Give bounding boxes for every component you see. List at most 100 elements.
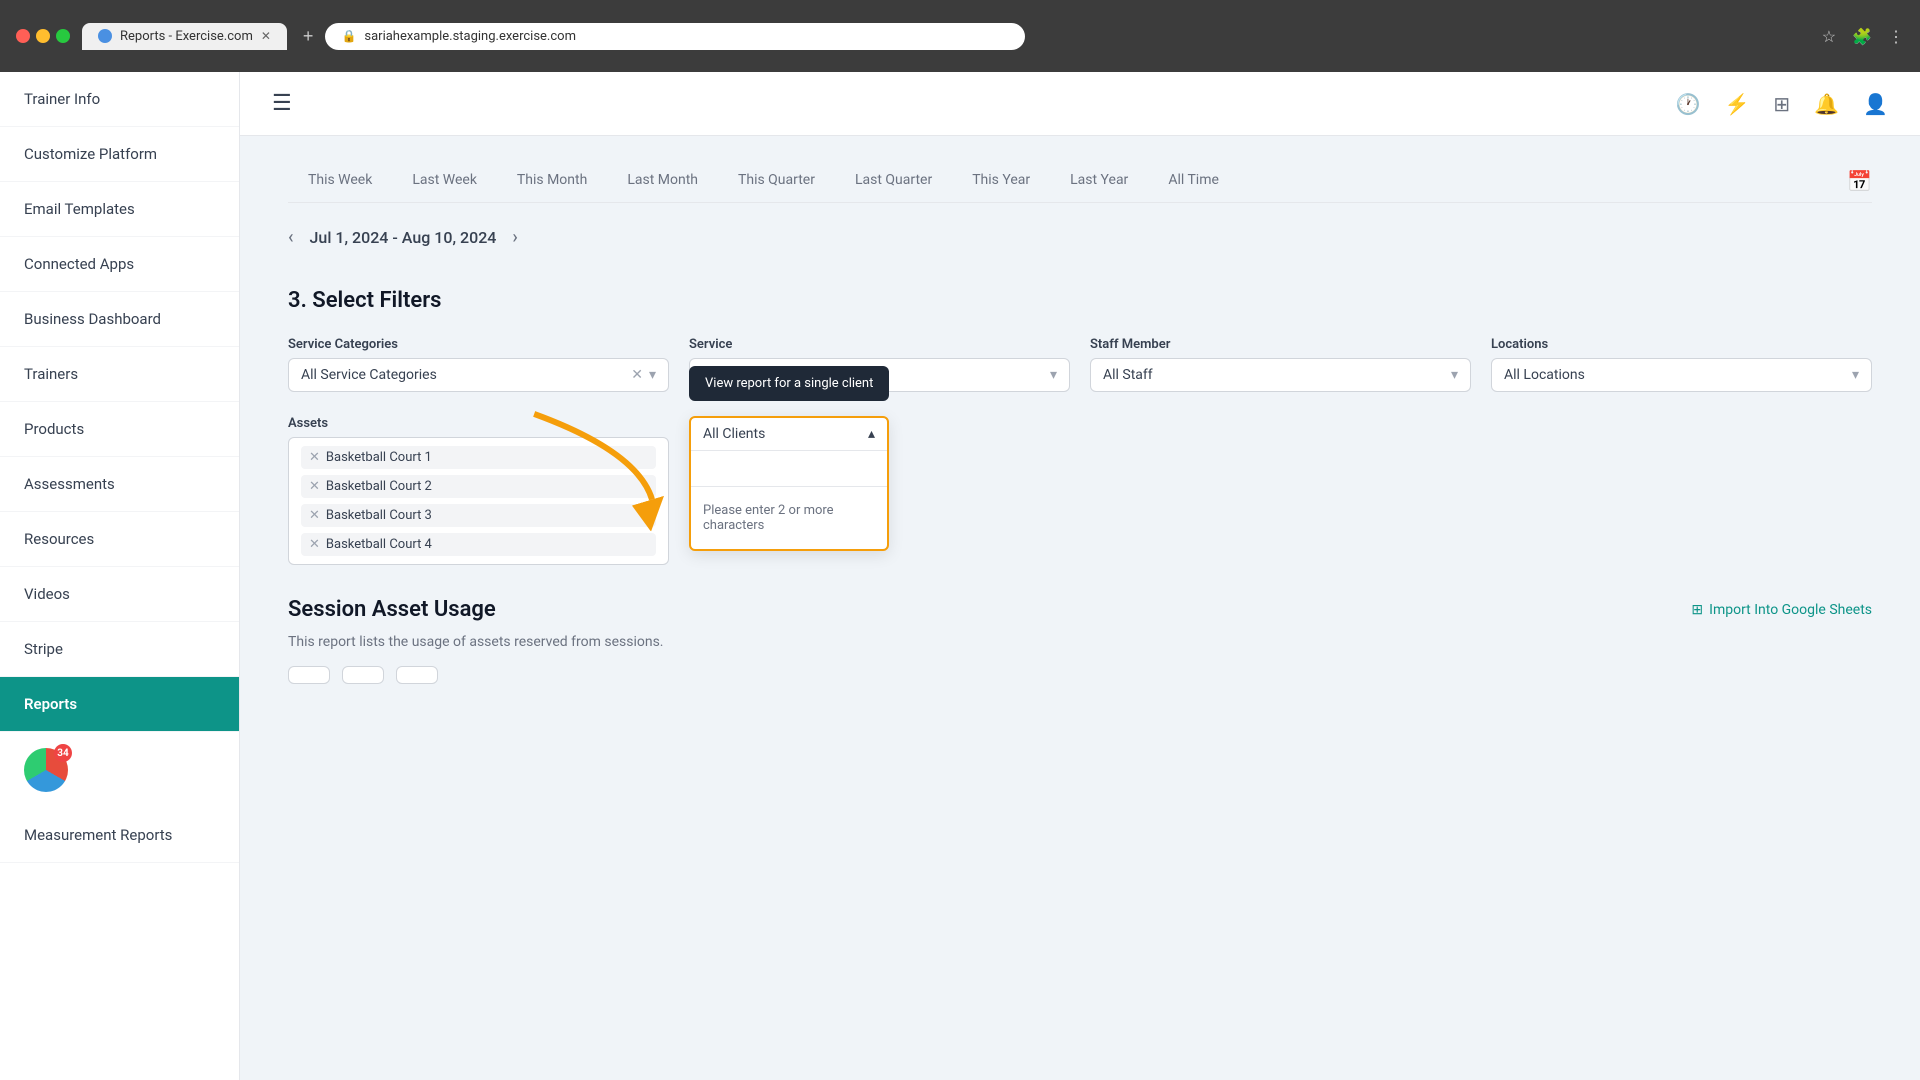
- tab-this-quarter[interactable]: This Quarter: [718, 160, 835, 202]
- tab-last-year[interactable]: Last Year: [1050, 160, 1148, 202]
- close-dot[interactable]: [16, 29, 30, 43]
- sidebar-item-assessments[interactable]: Assessments: [0, 457, 239, 512]
- lightning-icon[interactable]: ⚡: [1725, 92, 1750, 116]
- asset-tag-4-label: Basketball Court 4: [326, 537, 432, 552]
- sidebar-label-measurement-reports: Measurement Reports: [24, 826, 172, 844]
- sidebar-item-business-dashboard[interactable]: Business Dashboard: [0, 292, 239, 347]
- session-button-2[interactable]: [342, 666, 384, 684]
- assets-label: Assets: [288, 416, 669, 431]
- sidebar-label-products: Products: [24, 420, 84, 438]
- sidebar-item-videos[interactable]: Videos: [0, 567, 239, 622]
- session-button-3[interactable]: [396, 666, 438, 684]
- next-date-button[interactable]: ›: [512, 227, 517, 248]
- maximize-dot[interactable]: [56, 29, 70, 43]
- sidebar-label-trainers: Trainers: [24, 365, 78, 383]
- asset-tag-2-label: Basketball Court 2: [326, 479, 432, 494]
- extensions-icon[interactable]: 🧩: [1852, 27, 1872, 46]
- tab-this-year[interactable]: This Year: [952, 160, 1050, 202]
- address-bar[interactable]: 🔒 sariahexample.staging.exercise.com: [325, 23, 1025, 50]
- tab-last-week[interactable]: Last Week: [392, 160, 497, 202]
- sidebar-item-trainers[interactable]: Trainers: [0, 347, 239, 402]
- tab-last-month[interactable]: Last Month: [607, 160, 718, 202]
- tab-all-time[interactable]: All Time: [1148, 160, 1239, 202]
- locations-label: Locations: [1491, 337, 1872, 352]
- browser-dots: [16, 29, 70, 43]
- sidebar: Trainer Info Customize Platform Email Te…: [0, 72, 240, 1080]
- locations-value: All Locations: [1504, 367, 1852, 383]
- tooltip-text: View report for a single client: [705, 376, 873, 391]
- browser-actions: ☆ 🧩 ⋮: [1822, 27, 1904, 46]
- date-tabs: This Week Last Week This Month Last Mont…: [288, 160, 1872, 203]
- locations-select[interactable]: All Locations ▾: [1491, 358, 1872, 392]
- sidebar-label-resources: Resources: [24, 530, 94, 548]
- sidebar-item-email-templates[interactable]: Email Templates: [0, 182, 239, 237]
- import-google-sheets-link[interactable]: ⊞ Import Into Google Sheets: [1691, 602, 1872, 618]
- client-tooltip: View report for a single client: [689, 366, 889, 401]
- sidebar-item-products[interactable]: Products: [0, 402, 239, 457]
- bell-icon[interactable]: 🔔: [1814, 92, 1839, 116]
- minimize-dot[interactable]: [36, 29, 50, 43]
- sidebar-label-customize-platform: Customize Platform: [24, 145, 157, 163]
- sidebar-item-trainer-info[interactable]: Trainer Info: [0, 72, 239, 127]
- staff-filter: Staff Member All Staff ▾: [1090, 337, 1471, 392]
- sidebar-label-business-dashboard: Business Dashboard: [24, 310, 161, 328]
- sidebar-label-connected-apps: Connected Apps: [24, 255, 134, 273]
- service-label: Service: [689, 337, 1070, 352]
- asset-tag-2-remove[interactable]: ✕: [309, 479, 320, 494]
- session-title: Session Asset Usage: [288, 597, 496, 622]
- sidebar-label-reports: Reports: [24, 695, 77, 713]
- calendar-icon[interactable]: 📅: [1847, 169, 1872, 193]
- asset-tag-3-remove[interactable]: ✕: [309, 508, 320, 523]
- menu-icon[interactable]: ⋮: [1888, 27, 1904, 46]
- asset-tag-3-label: Basketball Court 3: [326, 508, 432, 523]
- sidebar-item-stripe[interactable]: Stripe: [0, 622, 239, 677]
- address-url: sariahexample.staging.exercise.com: [364, 29, 576, 44]
- service-categories-label: Service Categories: [288, 337, 669, 352]
- asset-tag-4: ✕ Basketball Court 4: [301, 533, 656, 556]
- client-dropdown-message: Please enter 2 or more characters: [691, 487, 887, 549]
- service-categories-clear[interactable]: ✕: [631, 367, 643, 383]
- sidebar-item-resources[interactable]: Resources: [0, 512, 239, 567]
- asset-tag-1-label: Basketball Court 1: [326, 450, 432, 465]
- user-icon[interactable]: 👤: [1863, 92, 1888, 116]
- prev-date-button[interactable]: ‹: [288, 227, 294, 248]
- main-content: ☰ 🕐 ⚡ ⊞ 🔔 👤 This Week Last Week This Mon…: [240, 72, 1920, 1080]
- tab-close-button[interactable]: ✕: [261, 29, 271, 43]
- service-categories-select[interactable]: All Service Categories ✕ ▾: [288, 358, 669, 392]
- staff-select[interactable]: All Staff ▾: [1090, 358, 1471, 392]
- date-range-display: Jul 1, 2024 - Aug 10, 2024: [310, 228, 497, 247]
- sidebar-item-measurement-reports[interactable]: Measurement Reports: [0, 808, 239, 863]
- app-layout: Trainer Info Customize Platform Email Te…: [0, 72, 1920, 1080]
- top-bar: ☰ 🕐 ⚡ ⊞ 🔔 👤: [240, 72, 1920, 136]
- history-icon[interactable]: 🕐: [1676, 92, 1701, 116]
- client-search-input[interactable]: [703, 461, 875, 477]
- filter-grid: Service Categories All Service Categorie…: [288, 337, 1872, 392]
- tab-last-quarter[interactable]: Last Quarter: [835, 160, 952, 202]
- tab-this-month[interactable]: This Month: [497, 160, 607, 202]
- sidebar-label-email-templates: Email Templates: [24, 200, 135, 218]
- top-bar-icons: 🕐 ⚡ ⊞ 🔔 👤: [1676, 92, 1888, 116]
- session-buttons: [288, 666, 1872, 684]
- date-range: ‹ Jul 1, 2024 - Aug 10, 2024 ›: [288, 219, 1872, 256]
- client-dropdown-header: All Clients ▴: [691, 418, 887, 451]
- grid-icon[interactable]: ⊞: [1773, 92, 1790, 116]
- notification-badge: 34: [54, 744, 72, 762]
- sidebar-label-videos: Videos: [24, 585, 70, 603]
- sidebar-item-connected-apps[interactable]: Connected Apps: [0, 237, 239, 292]
- new-tab-button[interactable]: +: [303, 26, 314, 47]
- asset-tag-4-remove[interactable]: ✕: [309, 537, 320, 552]
- star-icon[interactable]: ☆: [1822, 27, 1836, 46]
- session-button-1[interactable]: [288, 666, 330, 684]
- tab-this-week[interactable]: This Week: [288, 160, 392, 202]
- service-arrow: ▾: [1050, 367, 1057, 383]
- sidebar-item-reports[interactable]: Reports: [0, 677, 239, 732]
- client-dropdown[interactable]: All Clients ▴ Please enter 2 or more cha…: [689, 416, 889, 551]
- browser-tab[interactable]: Reports - Exercise.com ✕: [82, 23, 287, 50]
- sidebar-item-customize-platform[interactable]: Customize Platform: [0, 127, 239, 182]
- hamburger-icon[interactable]: ☰: [272, 91, 292, 116]
- sidebar-label-trainer-info: Trainer Info: [24, 90, 100, 108]
- client-dropdown-input-area: [691, 451, 887, 487]
- sidebar-label-assessments: Assessments: [24, 475, 115, 493]
- staff-label: Staff Member: [1090, 337, 1471, 352]
- asset-tag-1-remove[interactable]: ✕: [309, 450, 320, 465]
